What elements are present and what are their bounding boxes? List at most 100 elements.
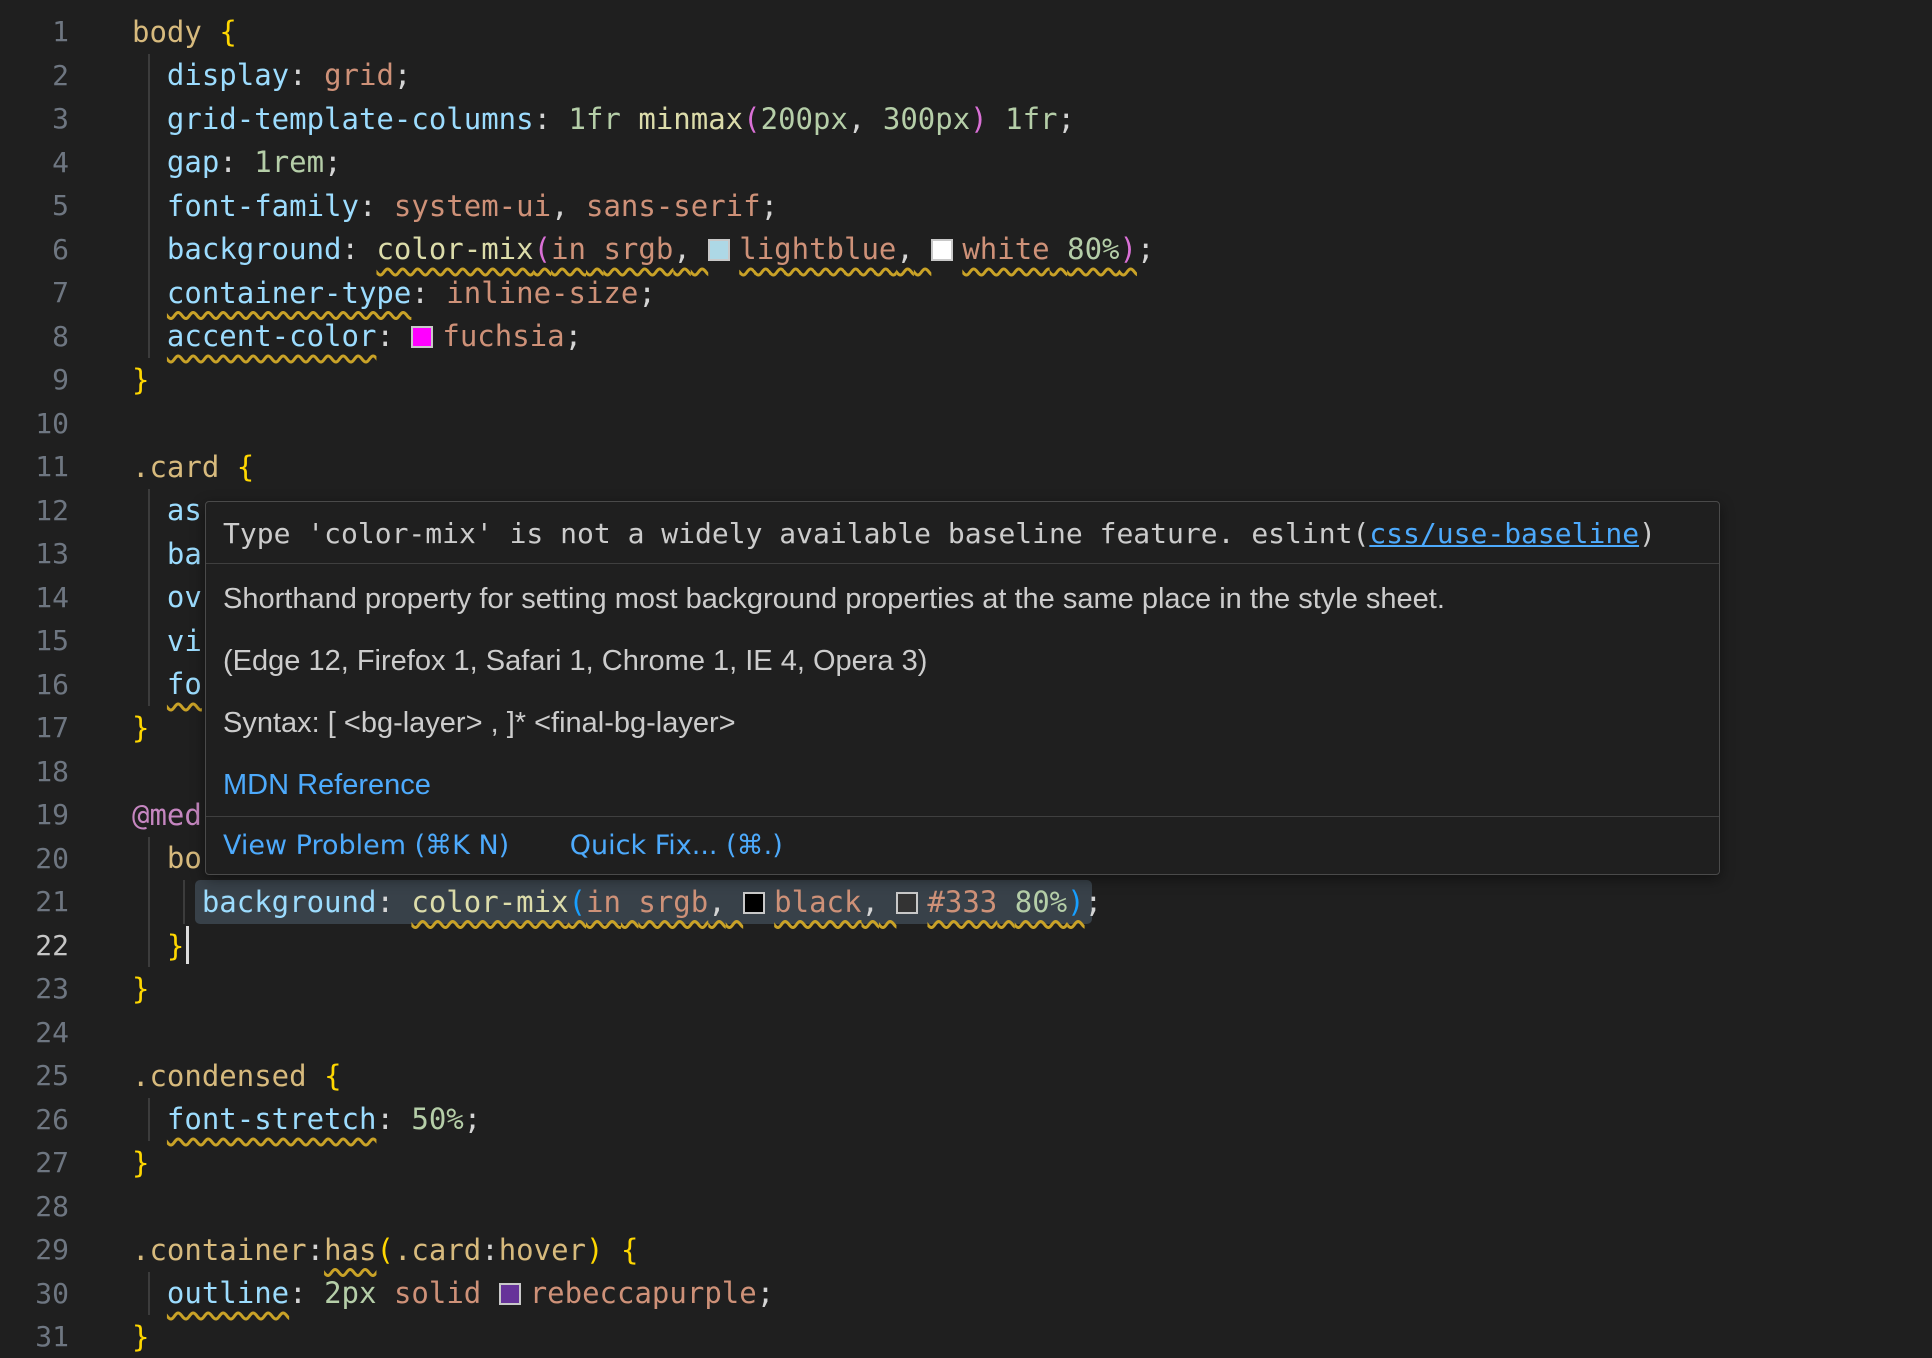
line-number: 24 bbox=[0, 1016, 69, 1049]
warning-squiggle-range: color-mix(in srgb, lightblue, white 80%) bbox=[376, 232, 1137, 266]
code-token: } bbox=[132, 1320, 149, 1354]
color-swatch[interactable] bbox=[411, 326, 433, 348]
warning-squiggle-range: outline bbox=[167, 1276, 289, 1310]
line-number: 25 bbox=[0, 1059, 69, 1092]
quick-fix-link[interactable]: Quick Fix... (⌘.) bbox=[570, 830, 783, 861]
code-token: ( bbox=[743, 102, 760, 136]
warning-squiggle-range: color-mix(in srgb, black, #333 80%) bbox=[411, 885, 1084, 919]
code-token: gap bbox=[167, 145, 219, 179]
code-token bbox=[132, 493, 167, 527]
text-cursor bbox=[186, 926, 189, 964]
line-number: 26 bbox=[0, 1103, 69, 1136]
code-token: 1fr bbox=[569, 102, 621, 136]
code-token bbox=[997, 885, 1014, 919]
code-token: 80% bbox=[1067, 232, 1119, 266]
code-token: ; bbox=[761, 189, 778, 223]
color-swatch[interactable] bbox=[743, 892, 765, 914]
code-token bbox=[202, 15, 219, 49]
code-token: { bbox=[324, 1059, 341, 1093]
code-token: .card bbox=[132, 450, 219, 484]
code-token: ; bbox=[1085, 885, 1102, 919]
code-token bbox=[132, 189, 167, 223]
code-text: } bbox=[69, 711, 149, 745]
code-token: outline bbox=[167, 1276, 289, 1310]
code-token: minmax bbox=[638, 102, 743, 136]
code-token bbox=[132, 537, 167, 571]
code-token bbox=[394, 1102, 411, 1136]
code-line: 7 container-type: inline-size; bbox=[0, 271, 1932, 315]
code-token: { bbox=[219, 15, 236, 49]
line-number: 15 bbox=[0, 624, 69, 657]
code-token: : bbox=[219, 145, 236, 179]
code-token: ; bbox=[565, 319, 582, 353]
code-token: ( bbox=[569, 885, 586, 919]
code-token bbox=[359, 232, 376, 266]
warning-squiggle-range: has bbox=[324, 1233, 376, 1267]
code-token: : bbox=[376, 885, 393, 919]
code-text: grid-template-columns: 1fr minmax(200px,… bbox=[69, 102, 1075, 136]
line-number: 23 bbox=[0, 972, 69, 1005]
code-token bbox=[132, 929, 167, 963]
code-token bbox=[376, 189, 393, 223]
code-token: : bbox=[289, 58, 306, 92]
eslint-rule-link[interactable]: css/use-baseline bbox=[1369, 517, 1639, 550]
code-token: ) bbox=[1067, 885, 1084, 919]
view-problem-link[interactable]: View Problem (⌘K N) bbox=[223, 830, 509, 861]
code-token: as bbox=[167, 493, 202, 527]
line-number: 12 bbox=[0, 494, 69, 527]
code-token bbox=[691, 232, 708, 266]
code-token bbox=[219, 450, 236, 484]
code-token: : bbox=[481, 1233, 498, 1267]
code-token: fo bbox=[167, 667, 202, 701]
code-token: .condensed bbox=[132, 1059, 307, 1093]
code-token: accent-color bbox=[167, 319, 377, 353]
line-number: 21 bbox=[0, 885, 69, 918]
code-token: 1rem bbox=[254, 145, 324, 179]
line-number: 29 bbox=[0, 1233, 69, 1266]
code-token: lightblue bbox=[739, 232, 896, 266]
code-token: 1fr bbox=[1005, 102, 1057, 136]
code-token: font-family bbox=[167, 189, 359, 223]
line-number: 7 bbox=[0, 276, 69, 309]
code-line: 25 .condensed { bbox=[0, 1054, 1932, 1098]
code-text: .card { bbox=[69, 450, 254, 484]
browser-support: (Edge 12, Firefox 1, Safari 1, Chrome 1,… bbox=[223, 642, 1702, 680]
line-number: 9 bbox=[0, 363, 69, 396]
code-token bbox=[132, 276, 167, 310]
code-token: ; bbox=[464, 1102, 481, 1136]
code-token: 300px bbox=[883, 102, 970, 136]
code-token: solid bbox=[394, 1276, 481, 1310]
code-token: grid-template-columns bbox=[167, 102, 534, 136]
color-swatch[interactable] bbox=[931, 239, 953, 261]
code-line: 5 font-family: system-ui, sans-serif; bbox=[0, 184, 1932, 228]
code-token bbox=[376, 1276, 393, 1310]
line-number: 18 bbox=[0, 755, 69, 788]
line-number: 19 bbox=[0, 798, 69, 831]
color-swatch[interactable] bbox=[499, 1283, 521, 1305]
line-number: 8 bbox=[0, 320, 69, 353]
code-token bbox=[132, 58, 167, 92]
color-swatch[interactable] bbox=[708, 239, 730, 261]
code-token: , bbox=[551, 189, 568, 223]
code-token: , bbox=[861, 885, 878, 919]
code-text: outline: 2px solid rebeccapurple; bbox=[69, 1276, 774, 1310]
hover-docs: Shorthand property for setting most back… bbox=[206, 564, 1719, 804]
mdn-reference-link[interactable]: MDN Reference bbox=[223, 766, 1702, 804]
code-token: display bbox=[167, 58, 289, 92]
code-token: container-type bbox=[167, 276, 411, 310]
code-token: rebeccapurple bbox=[530, 1276, 757, 1310]
code-token: : bbox=[376, 319, 393, 353]
code-token: } bbox=[132, 972, 149, 1006]
code-text: } bbox=[69, 926, 189, 964]
code-text: vi bbox=[69, 624, 202, 658]
code-token: : bbox=[359, 189, 376, 223]
code-token: background bbox=[202, 885, 377, 919]
code-token: ; bbox=[638, 276, 655, 310]
code-token: : bbox=[534, 102, 551, 136]
code-text: } bbox=[69, 363, 149, 397]
color-swatch[interactable] bbox=[896, 892, 918, 914]
code-token bbox=[132, 102, 167, 136]
line-number: 30 bbox=[0, 1277, 69, 1310]
code-text: accent-color: fuchsia; bbox=[69, 319, 582, 353]
code-line: 26 font-stretch: 50%; bbox=[0, 1098, 1932, 1142]
